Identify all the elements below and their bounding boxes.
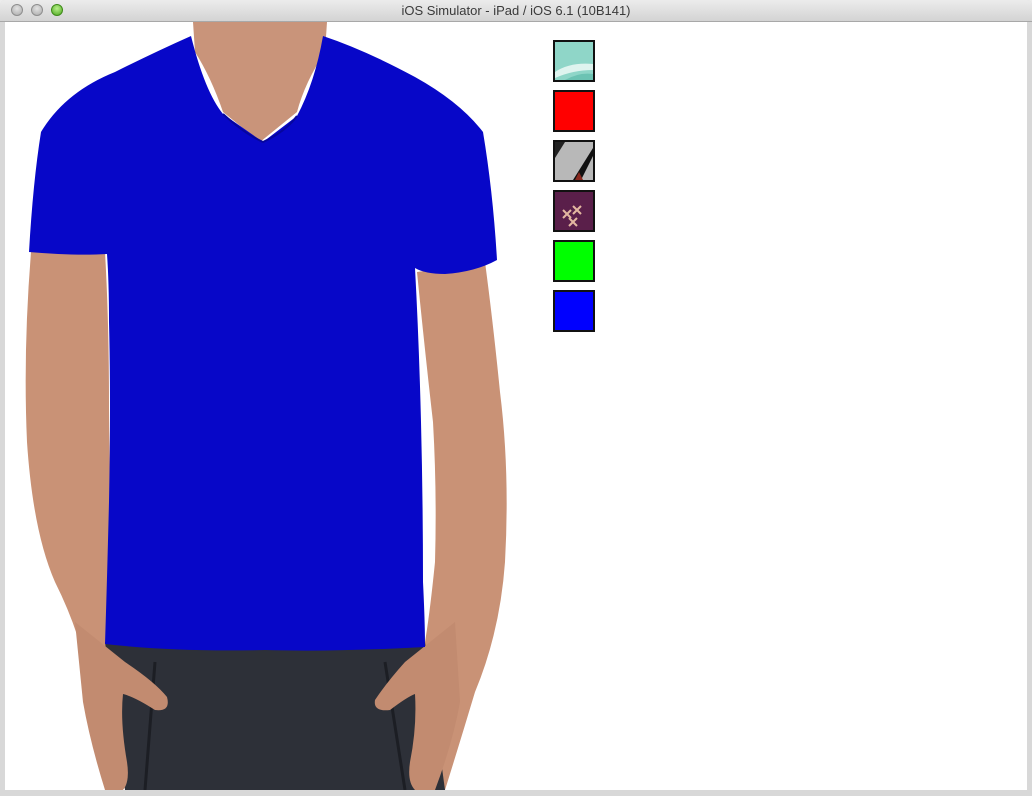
window-title: iOS Simulator - iPad / iOS 6.1 (10B141) [401,3,631,18]
shirt-model-image [25,22,507,790]
swatch-green[interactable] [553,240,595,282]
purple-pattern-icon [555,192,593,230]
gray-black-pattern-icon [555,142,593,180]
simulator-window: iOS Simulator - iPad / iOS 6.1 (10B141) [0,0,1032,796]
title-bar: iOS Simulator - iPad / iOS 6.1 (10B141) [0,0,1032,22]
ipad-screen [5,22,1027,790]
swatch-teal-pattern[interactable] [553,40,595,82]
swatch-purple-pattern[interactable] [553,190,595,232]
swatch-blue[interactable] [553,290,595,332]
swatch-red[interactable] [553,90,595,132]
teal-pattern-icon [555,42,593,80]
swatch-gray-black-pattern[interactable] [553,140,595,182]
